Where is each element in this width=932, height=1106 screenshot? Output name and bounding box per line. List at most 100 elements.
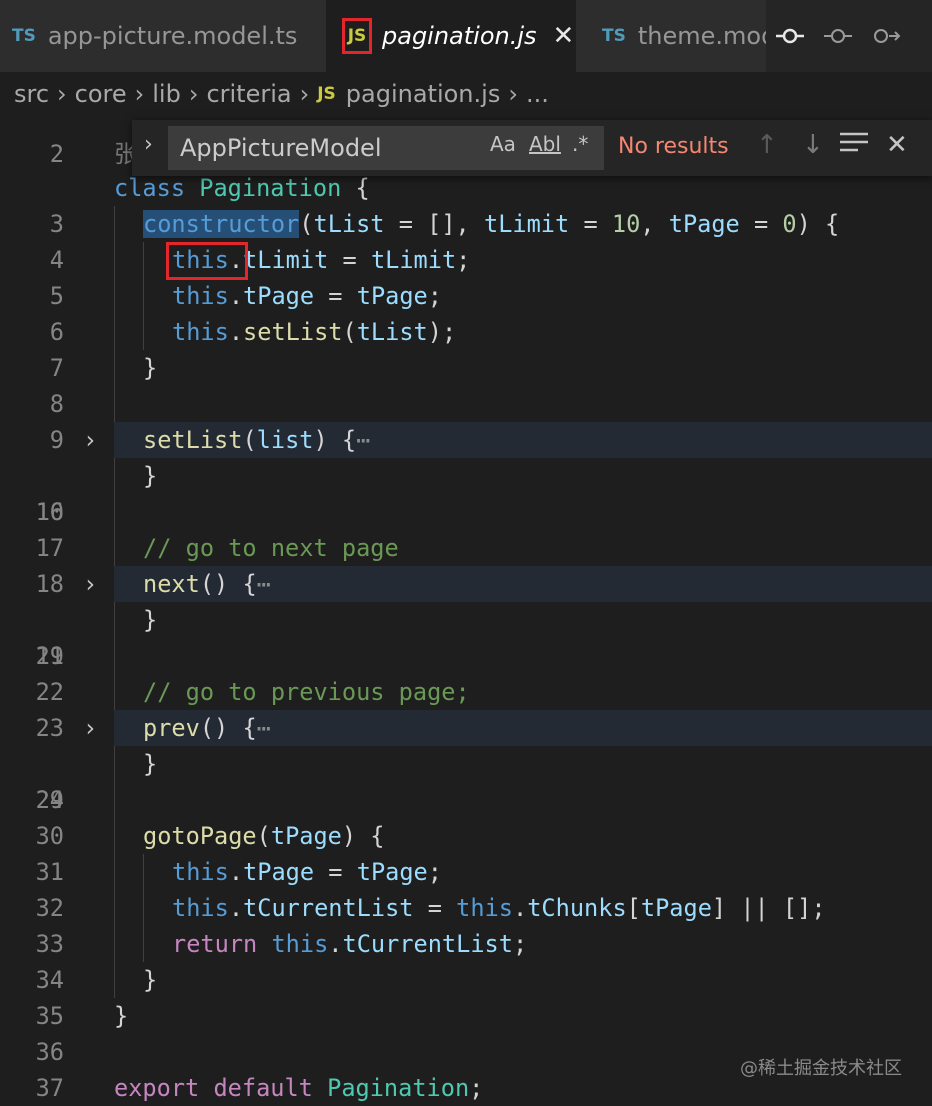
tab-label: pagination.js	[382, 22, 537, 50]
code-text: this.tPage = tPage;	[172, 858, 442, 886]
breadcrumb-item[interactable]: criteria	[206, 80, 291, 108]
indent-guide	[114, 926, 115, 962]
code-text: }	[114, 1002, 129, 1030]
code-text: this.setList(tList);	[172, 318, 457, 346]
code-line: 8 }	[0, 350, 932, 418]
chevron-right-icon: ›	[57, 80, 67, 108]
code-line: 5 this.tLimit = tLimit;	[0, 242, 932, 310]
chevron-right-icon: ›	[188, 80, 199, 108]
indent-guide	[114, 386, 115, 422]
indent-guide	[114, 530, 115, 566]
code-line: 33 this.tCurrentList = this.tChunks[tPag…	[0, 890, 932, 958]
breadcrumb-item[interactable]: src	[14, 80, 49, 108]
code-text: next() {⋯	[143, 570, 271, 598]
code-text: this.tCurrentList = this.tChunks[tPage] …	[172, 894, 826, 922]
breadcrumb-item[interactable]: lib	[152, 80, 181, 108]
code-text: setList(list) {⋯	[143, 426, 371, 454]
code-editor[interactable]: 2 张 3 class Pagination { 4 constructor(t…	[0, 116, 932, 1106]
indent-guide	[114, 782, 115, 818]
code-text: export default Pagination;	[114, 1074, 484, 1102]
editor-actions	[766, 0, 932, 72]
code-line: 30	[0, 782, 932, 850]
code-line: 29 }	[0, 746, 932, 814]
code-line: 35 }	[0, 962, 932, 1030]
indent-guide	[114, 962, 115, 998]
chevron-right-icon[interactable]: ›	[83, 566, 97, 602]
whole-word-button[interactable]: Abl	[529, 132, 561, 156]
indent-guide	[114, 350, 115, 386]
tab-label: theme.mode	[637, 22, 766, 50]
code-line: 21 }	[0, 602, 932, 670]
chevron-right-icon[interactable]: ›	[83, 710, 97, 746]
code-line: 32 this.tPage = tPage;	[0, 854, 932, 922]
breadcrumb-item[interactable]: core	[75, 80, 127, 108]
find-in-selection-icon[interactable]	[840, 130, 868, 160]
indent-guide	[114, 206, 115, 242]
chevron-right-icon: ›	[134, 80, 145, 108]
code-text: gotoPage(tPage) {	[143, 822, 385, 850]
arrow-up-icon[interactable]: ↑	[756, 130, 778, 160]
javascript-file-icon: JS	[317, 84, 336, 104]
close-icon[interactable]: ✕	[553, 21, 575, 51]
indent-guide	[114, 674, 115, 710]
arrow-down-icon[interactable]: ↓	[802, 130, 824, 160]
code-line: 23 // go to previous page;	[0, 674, 932, 742]
indent-guide	[114, 242, 115, 278]
javascript-file-icon: JS	[347, 26, 367, 46]
indent-guide	[114, 818, 115, 854]
git-previous-icon[interactable]	[814, 26, 862, 46]
code-line: 4 constructor(tList = [], tLimit = 10, t…	[0, 206, 932, 274]
code-line: 34 return this.tCurrentList;	[0, 926, 932, 994]
find-status: No results	[618, 134, 729, 159]
git-next-icon[interactable]	[862, 26, 910, 46]
tab-app-picture-model[interactable]: TS app-picture.model.ts	[0, 0, 326, 72]
indent-guide	[114, 638, 115, 674]
chevron-right-icon: ›	[508, 80, 518, 108]
code-line: 17	[0, 494, 932, 562]
code-text: }	[143, 354, 158, 382]
code-text: prev() {⋯	[143, 714, 271, 742]
code-text: }	[143, 966, 158, 994]
indent-guide	[143, 890, 144, 926]
indent-guide	[114, 854, 115, 890]
code-text: // go to next page	[143, 534, 399, 562]
indent-guide	[143, 314, 144, 350]
indent-guide	[114, 458, 115, 494]
breadcrumb-symbols[interactable]: ...	[526, 80, 549, 108]
code-text: }	[143, 462, 158, 490]
code-line: 10 › setList(list) {⋯	[0, 422, 932, 526]
code-line: 6 this.tPage = tPage;	[0, 278, 932, 346]
tab-theme-model[interactable]: TS theme.mode	[576, 0, 766, 72]
highlight-box	[166, 242, 248, 280]
code-text: constructor(tList = [], tLimit = 10, tPa…	[143, 210, 840, 238]
code-text: }	[143, 606, 158, 634]
breadcrumb: src › core › lib › criteria › JS paginat…	[0, 72, 932, 116]
git-commit-icon[interactable]	[766, 26, 814, 46]
indent-guide	[114, 494, 115, 530]
regex-button[interactable]: .*	[572, 132, 588, 156]
typescript-file-icon: TS	[12, 26, 36, 46]
code-text: this.tPage = tPage;	[172, 282, 442, 310]
breadcrumb-file[interactable]: pagination.js	[346, 80, 501, 108]
indent-guide	[114, 602, 115, 638]
tab-bar: TS app-picture.model.ts JS pagination.js…	[0, 0, 932, 72]
indent-guide	[114, 746, 115, 782]
watermark: @稀土掘金技术社区	[740, 1058, 902, 1079]
chevron-right-icon[interactable]: ›	[83, 422, 97, 458]
typescript-file-icon: TS	[602, 26, 626, 46]
indent-guide	[143, 242, 144, 278]
code-line: 36 }	[0, 998, 932, 1066]
code-text: // go to previous page;	[143, 678, 470, 706]
find-widget: › AppPictureModel Aa Abl .* No results ↑…	[132, 120, 932, 176]
match-case-button[interactable]: Aa	[490, 132, 516, 156]
tab-pagination-js[interactable]: JS pagination.js ✕	[326, 0, 576, 72]
toggle-replace-chevron-icon[interactable]: ›	[144, 132, 153, 157]
chevron-right-icon: ›	[299, 80, 310, 108]
code-line: 7 this.setList(tList);	[0, 314, 932, 382]
close-icon[interactable]: ✕	[886, 130, 908, 160]
tab-label: app-picture.model.ts	[47, 22, 298, 50]
indent-guide	[143, 854, 144, 890]
indent-guide	[143, 926, 144, 962]
indent-guide	[114, 278, 115, 314]
indent-guide	[114, 890, 115, 926]
